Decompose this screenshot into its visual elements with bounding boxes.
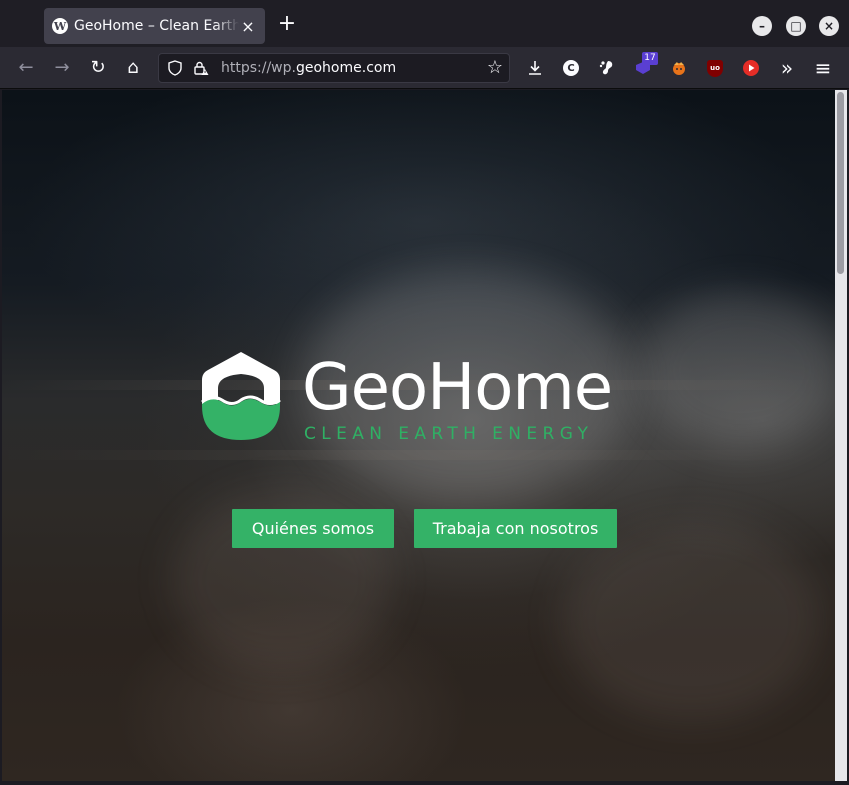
navigation-toolbar: ← → ↻ ⌂ https://wp.geohome.com ☆ C 17 uo: [0, 47, 849, 89]
star-icon[interactable]: ☆: [487, 57, 503, 78]
hamburger-menu-icon[interactable]: ≡: [812, 57, 834, 79]
browser-titlebar: W GeoHome – Clean Earth Energy × + – □ ×: [0, 0, 849, 47]
tab-active[interactable]: W GeoHome – Clean Earth Energy ×: [44, 8, 265, 44]
extension-badge: 17: [642, 52, 658, 65]
url-bar[interactable]: https://wp.geohome.com ☆: [158, 53, 510, 83]
window-bottom-border: [0, 781, 849, 785]
url-text[interactable]: https://wp.geohome.com: [221, 60, 396, 76]
home-button[interactable]: ⌂: [122, 57, 144, 79]
minimize-button[interactable]: –: [752, 16, 772, 36]
purple-extension-icon[interactable]: 17: [632, 52, 658, 79]
forward-button[interactable]: →: [51, 57, 73, 79]
gnome-icon[interactable]: [596, 57, 618, 79]
tab-title: GeoHome – Clean Earth Energy: [74, 18, 239, 34]
download-icon[interactable]: [524, 57, 546, 79]
overflow-menu-button[interactable]: »: [776, 57, 798, 79]
youtube-icon[interactable]: [740, 57, 762, 79]
about-us-button[interactable]: Quiénes somos: [232, 509, 394, 548]
c-extension-icon[interactable]: C: [560, 57, 582, 79]
brand-tagline: CLEAN EARTH ENERGY: [304, 424, 594, 444]
scrollbar-thumb[interactable]: [837, 92, 844, 274]
reload-button[interactable]: ↻: [87, 57, 109, 79]
url-host: geohome.com: [295, 60, 397, 76]
close-window-button[interactable]: ×: [819, 16, 839, 36]
page-hero: GeoHome CLEAN EARTH ENERGY Quiénes somos…: [2, 90, 835, 781]
tab-close-icon[interactable]: ×: [239, 17, 257, 36]
shield-icon[interactable]: [167, 60, 183, 76]
url-scheme: https://wp.: [221, 60, 296, 76]
maximize-button[interactable]: □: [786, 16, 806, 36]
lock-warning-icon[interactable]: [193, 60, 209, 76]
orange-extension-icon[interactable]: [668, 57, 690, 79]
brand-name: GeoHome: [302, 351, 613, 425]
steam-cloud: [562, 520, 822, 720]
ublock-icon[interactable]: uo: [704, 57, 726, 79]
house-water-icon: [201, 352, 281, 440]
geohome-logo: GeoHome CLEAN EARTH ENERGY: [200, 351, 650, 452]
back-button[interactable]: ←: [15, 57, 37, 79]
wordpress-icon: W: [52, 18, 68, 34]
new-tab-button[interactable]: +: [276, 13, 298, 35]
page-scrollbar[interactable]: [835, 90, 847, 781]
steam-cloud: [642, 290, 835, 450]
work-with-us-button[interactable]: Trabaja con nosotros: [414, 509, 617, 548]
